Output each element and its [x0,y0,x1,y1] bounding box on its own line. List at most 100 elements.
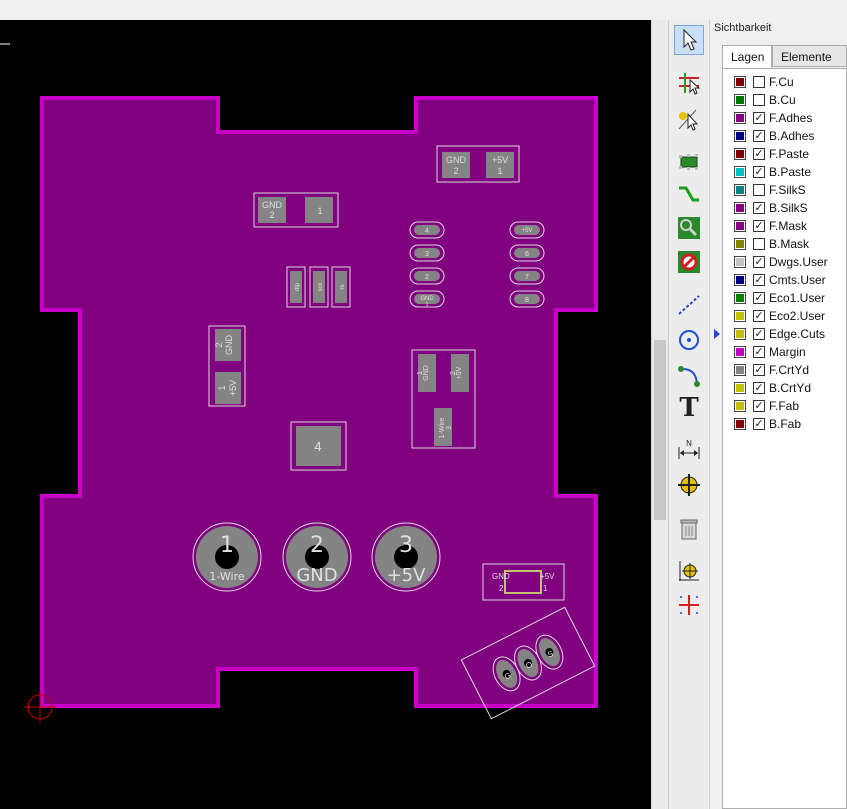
grid-origin-icon[interactable] [674,590,704,620]
layer-visibility-checkbox[interactable]: ✓ [753,130,765,142]
layer-visibility-checkbox[interactable]: ✓ [753,202,765,214]
layer-row[interactable]: ✓ F.Fab [723,397,843,415]
layer-row[interactable]: ✓ B.CrtYd [723,379,843,397]
layer-color-swatch[interactable] [734,292,746,304]
layer-row[interactable]: B.Mask [723,235,843,253]
terminal-number: 3 [399,533,413,558]
layer-color-swatch[interactable] [734,184,746,196]
highlight-net-icon[interactable] [674,68,704,98]
pad-label: +5V [492,155,508,165]
layer-row[interactable]: ✓ F.Paste [723,145,843,163]
layer-visibility-checkbox[interactable]: ✓ [753,274,765,286]
layer-row[interactable]: ✓ B.Adhes [723,127,843,145]
layer-visibility-checkbox[interactable]: ✓ [753,256,765,268]
pad-label: 1-Wire [439,418,446,439]
vertical-scrollbar[interactable] [651,20,668,809]
layer-color-swatch[interactable] [734,418,746,430]
layer-color-swatch[interactable] [734,364,746,376]
layer-row[interactable]: ✓ Eco2.User [723,307,843,325]
layer-color-swatch[interactable] [734,112,746,124]
pad-number: 2 [269,210,274,220]
layer-row[interactable]: F.Cu [723,73,843,91]
pad-label: GND [224,335,234,356]
layer-visibility-checkbox[interactable]: ✓ [753,112,765,124]
delete-icon[interactable] [674,513,704,543]
add-zone-icon[interactable] [674,213,704,243]
layer-row[interactable]: ✓ B.Paste [723,163,843,181]
layer-row[interactable]: B.Cu [723,91,843,109]
layer-visibility-checkbox[interactable] [753,184,765,196]
local-ratsnest-icon[interactable] [674,104,704,134]
layer-color-swatch[interactable] [734,274,746,286]
layer-color-swatch[interactable] [734,202,746,214]
layer-color-fill [736,186,744,194]
add-arc-icon[interactable] [674,360,704,390]
layer-color-swatch[interactable] [734,256,746,268]
layer-visibility-checkbox[interactable]: ✓ [753,328,765,340]
scrollbar-thumb[interactable] [654,340,666,520]
layer-visibility-checkbox[interactable]: ✓ [753,310,765,322]
pad-number: 1 [417,371,424,375]
tab-elemente[interactable]: Elemente [772,45,847,67]
layer-color-swatch[interactable] [734,220,746,232]
add-dimension-icon[interactable]: N [674,435,704,465]
layer-color-swatch[interactable] [734,328,746,340]
layer-row[interactable]: ✓ Eco1.User [723,289,843,307]
layer-name: Eco1.User [769,291,826,305]
layer-visibility-checkbox[interactable]: ✓ [753,220,765,232]
layer-name: B.Adhes [769,129,815,143]
set-origin-icon[interactable] [674,556,704,586]
layer-row[interactable]: ✓ F.Adhes [723,109,843,127]
tab-lagen[interactable]: Lagen [722,45,772,69]
layer-color-swatch[interactable] [734,382,746,394]
layer-visibility-checkbox[interactable]: ✓ [753,418,765,430]
layer-color-fill [736,366,744,374]
layer-color-fill [736,222,744,230]
layer-color-swatch[interactable] [734,130,746,142]
route-track-icon[interactable] [674,180,704,210]
layer-color-swatch[interactable] [734,238,746,250]
layer-row[interactable]: ✓ Margin [723,343,843,361]
layer-color-swatch[interactable] [734,76,746,88]
chip-label: 4 [314,439,321,454]
layer-name: F.SilkS [769,183,806,197]
layer-visibility-checkbox[interactable]: ✓ [753,382,765,394]
layer-visibility-checkbox[interactable]: ✓ [753,400,765,412]
layer-visibility-checkbox[interactable]: ✓ [753,148,765,160]
layer-color-swatch[interactable] [734,148,746,160]
layer-row[interactable]: ✓ Cmts.User [723,271,843,289]
layer-color-swatch[interactable] [734,346,746,358]
layer-row[interactable]: ✓ Dwgs.User [723,253,843,271]
terminal-number: 2 [310,533,324,558]
layer-row[interactable]: ✓ B.Fab [723,415,843,433]
layer-color-fill [736,294,744,302]
layer-row[interactable]: ✓ B.SilkS [723,199,843,217]
layer-name: B.SilkS [769,201,808,215]
pcb-board-drawing[interactable]: GND 2 +5V 1 GND 2 1 4 3 2 GND 1 +5V 6 7 … [0,20,651,809]
pcb-canvas[interactable]: GND 2 +5V 1 GND 2 1 4 3 2 GND 1 +5V 6 7 … [0,20,651,809]
layer-visibility-checkbox[interactable]: ✓ [753,166,765,178]
layer-visibility-checkbox[interactable] [753,76,765,88]
layer-visibility-checkbox[interactable] [753,94,765,106]
layer-color-swatch[interactable] [734,94,746,106]
add-target-icon[interactable] [674,470,704,500]
add-line-icon[interactable] [674,290,704,320]
add-text-icon[interactable]: T [674,393,704,423]
add-circle-icon[interactable] [674,325,704,355]
layer-color-swatch[interactable] [734,400,746,412]
layer-name: Cmts.User [769,273,826,287]
layer-visibility-checkbox[interactable]: ✓ [753,292,765,304]
layer-visibility-checkbox[interactable] [753,238,765,250]
layer-row[interactable]: ✓ F.CrtYd [723,361,843,379]
select-arrow-icon[interactable] [674,25,704,55]
layer-row[interactable]: F.SilkS [723,181,843,199]
layer-color-swatch[interactable] [734,166,746,178]
add-footprint-icon[interactable] [674,147,704,177]
layer-color-swatch[interactable] [734,310,746,322]
layer-color-fill [736,420,744,428]
layer-visibility-checkbox[interactable]: ✓ [753,346,765,358]
add-keepout-icon[interactable] [674,247,704,277]
layer-row[interactable]: ✓ Edge.Cuts [714,325,843,343]
layer-row[interactable]: ✓ F.Mask [723,217,843,235]
layer-visibility-checkbox[interactable]: ✓ [753,364,765,376]
